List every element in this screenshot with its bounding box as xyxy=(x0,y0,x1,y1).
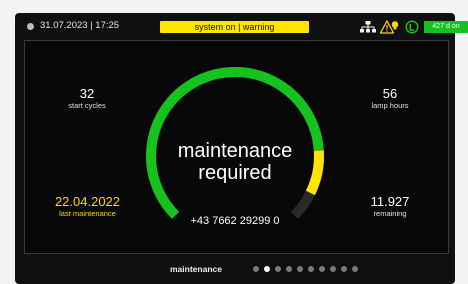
page-dot[interactable] xyxy=(341,266,347,272)
lamp-hours-value: 56 xyxy=(382,86,398,101)
page-dot[interactable] xyxy=(297,266,303,272)
remaining-label: remaining xyxy=(373,209,407,218)
last-maintenance-label: last maintenance xyxy=(59,209,116,218)
page-dot[interactable] xyxy=(253,266,259,272)
maintenance-message: maintenance required xyxy=(140,140,330,184)
message-line-2: required xyxy=(198,162,272,184)
remaining-value: 11.927 xyxy=(370,194,410,209)
last-maintenance-stat: 22.04.2022 last maintenance xyxy=(45,194,130,219)
start-cycles-label: start cycles xyxy=(68,101,106,110)
page-dot[interactable] xyxy=(286,266,292,272)
warning-bulb-icon[interactable] xyxy=(380,20,400,34)
lamp-status-badge[interactable]: 427 d on xyxy=(424,21,468,33)
status-dot xyxy=(27,23,34,30)
network-icon[interactable] xyxy=(360,21,376,33)
lamp-hours-label: lamp hours xyxy=(371,101,409,110)
page-dot[interactable] xyxy=(330,266,336,272)
lamp-hours-stat: 56 lamp hours xyxy=(355,86,425,111)
start-cycles-stat: 32 start cycles xyxy=(52,86,122,111)
support-phone: +43 7662 29299 0 xyxy=(190,215,280,227)
page-label: maintenance xyxy=(170,264,222,274)
last-maintenance-value: 22.04.2022 xyxy=(54,194,121,209)
status-bar: 31.07.2023 | 17:25 system on | warning 4… xyxy=(15,15,468,37)
remaining-stat: 11.927 remaining xyxy=(355,194,425,219)
page-dot[interactable] xyxy=(319,266,325,272)
page-dot[interactable] xyxy=(264,266,270,272)
start-cycles-value: 32 xyxy=(79,86,95,101)
datetime: 31.07.2023 | 17:25 xyxy=(40,20,120,31)
page-dot[interactable] xyxy=(308,266,314,272)
message-line-1: maintenance xyxy=(177,140,293,162)
page-dot[interactable] xyxy=(352,266,358,272)
circle-l-icon[interactable] xyxy=(405,20,419,34)
page-dot[interactable] xyxy=(275,266,281,272)
system-status-badge[interactable]: system on | warning xyxy=(160,21,309,33)
